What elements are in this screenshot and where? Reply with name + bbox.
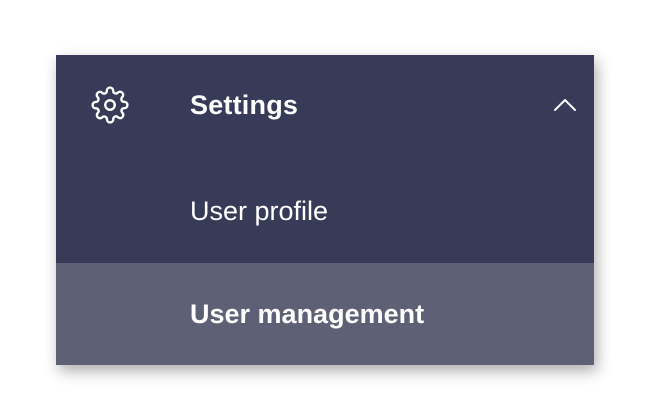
menu-item-label: User management [190, 299, 425, 329]
menu-item-user-profile[interactable]: User profile [56, 160, 594, 263]
gear-icon [91, 86, 129, 124]
chevron-up-icon[interactable] [553, 95, 577, 113]
settings-menu-title: Settings [190, 90, 299, 120]
settings-menu: Settings User profile User management [56, 55, 594, 365]
settings-menu-header[interactable]: Settings [56, 55, 594, 155]
menu-item-user-management[interactable]: User management [56, 263, 594, 365]
menu-item-label: User profile [190, 196, 329, 226]
